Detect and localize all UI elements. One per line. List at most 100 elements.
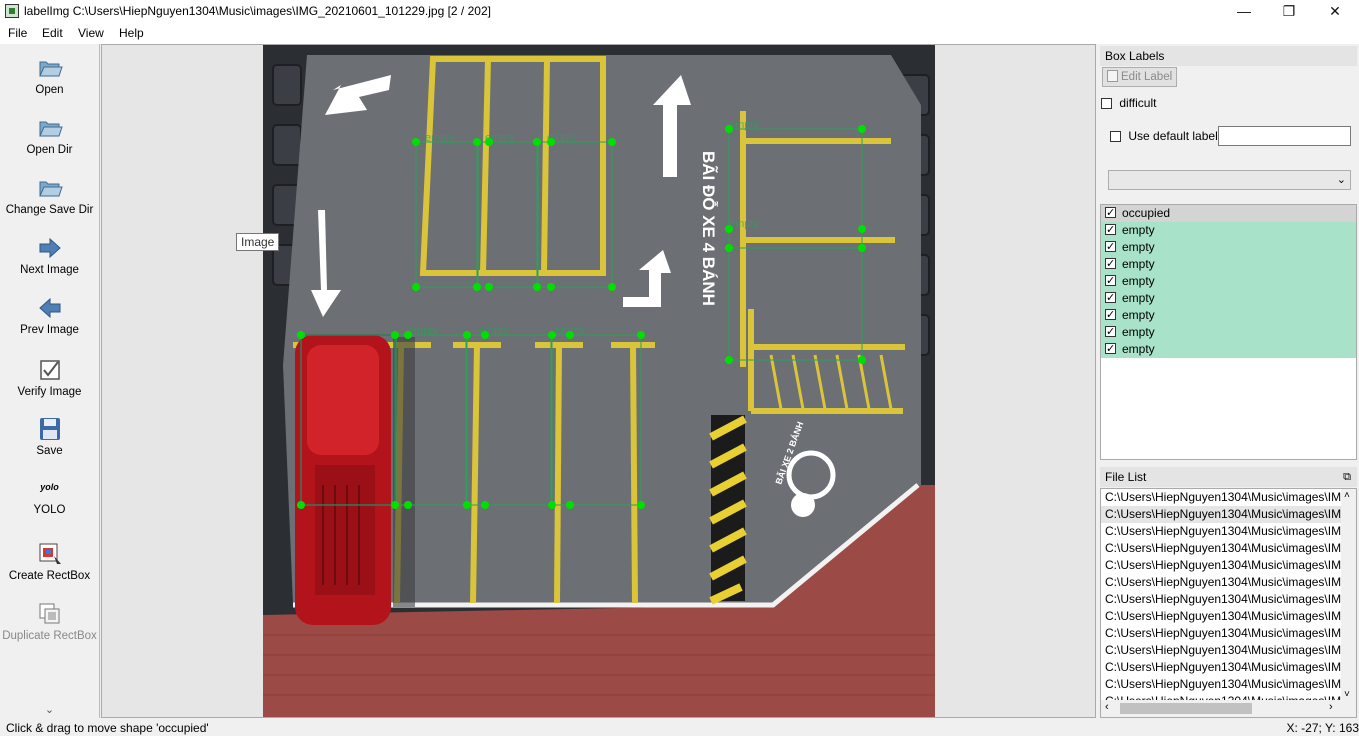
open-folder-icon [38, 61, 63, 77]
edit-icon [1107, 70, 1118, 82]
file-list-title-text: File List [1105, 470, 1147, 484]
label-list-item[interactable]: empty [1101, 290, 1356, 307]
file-list-item[interactable]: C:\Users\HiepNguyen1304\Music\images\IMG… [1101, 608, 1343, 625]
label-visibility-checkbox[interactable] [1105, 222, 1116, 239]
open-dir-label: Open Dir [26, 144, 73, 156]
file-list-item[interactable]: C:\Users\HiepNguyen1304\Music\images\IMG… [1101, 625, 1343, 642]
file-list-item[interactable]: C:\Users\HiepNguyen1304\Music\images\IMG… [1101, 676, 1343, 693]
horizontal-scroll-thumb[interactable] [1120, 703, 1252, 714]
file-list-item[interactable]: C:\Users\HiepNguyen1304\Music\images\IMG… [1101, 574, 1343, 591]
label-visibility-checkbox[interactable] [1105, 205, 1116, 222]
file-list-vertical-scrollbar[interactable]: ˄ ˅ [1341, 489, 1356, 701]
duplicate-rectbox-button[interactable]: Duplicate RectBox [0, 602, 99, 642]
menu-bar: File Edit View Help [0, 23, 1359, 44]
label-list-item[interactable]: occupied [1101, 205, 1356, 222]
label-visibility-checkbox[interactable] [1105, 341, 1116, 358]
save-button[interactable]: Save [0, 417, 99, 457]
label-name: occupied [1122, 206, 1171, 220]
file-list-item[interactable]: C:\Users\HiepNguyen1304\Music\images\IMG… [1101, 489, 1343, 506]
svg-text:empty: empty [729, 119, 759, 131]
status-bar: Click & drag to move shape 'occupied' X:… [0, 718, 1359, 736]
yolo-label: YOLO [33, 504, 66, 516]
file-list-item[interactable]: C:\Users\HiepNguyen1304\Music\images\IMG… [1101, 642, 1343, 659]
label-name: empty [1122, 240, 1155, 254]
image-tooltip: Image [236, 233, 280, 251]
label-list[interactable]: occupied empty empty empty empty empty e… [1100, 204, 1357, 460]
arrow-left-icon [38, 297, 60, 319]
difficult-label: difficult [1119, 96, 1157, 110]
difficult-checkbox-row[interactable]: difficult [1101, 96, 1156, 110]
yolo-button[interactable]: yolo YOLO [0, 480, 99, 516]
status-message: Click & drag to move shape 'occupied' [6, 721, 209, 735]
label-list-item[interactable]: empty [1101, 256, 1356, 273]
svg-text:empty: empty [729, 218, 759, 230]
maximize-button[interactable]: ❐ [1266, 0, 1312, 23]
scroll-down-icon[interactable]: ˅ [1344, 689, 1350, 700]
label-list-item[interactable]: empty [1101, 239, 1356, 256]
yolo-format-icon: yolo [40, 482, 59, 492]
minimize-button[interactable]: — [1221, 0, 1267, 23]
scroll-left-icon[interactable]: ‹ [1105, 701, 1109, 713]
menu-view[interactable]: View [78, 26, 104, 40]
file-list[interactable]: C:\Users\HiepNguyen1304\Music\images\IMG… [1100, 488, 1357, 718]
scroll-up-icon[interactable]: ˄ [1344, 490, 1350, 501]
change-save-dir-button[interactable]: Change Save Dir [0, 176, 99, 216]
label-visibility-checkbox[interactable] [1105, 324, 1116, 341]
file-list-item[interactable]: C:\Users\HiepNguyen1304\Music\images\IMG… [1101, 540, 1343, 557]
svg-text:empty: empty [408, 325, 438, 337]
change-save-dir-label: Change Save Dir [5, 204, 94, 216]
create-rectbox-icon [39, 543, 61, 564]
menu-help[interactable]: Help [119, 26, 144, 40]
file-list-item[interactable]: C:\Users\HiepNguyen1304\Music\images\IMG… [1101, 591, 1343, 608]
float-panel-icon[interactable]: ⧉ [1343, 467, 1351, 487]
red-truck [295, 335, 415, 625]
label-visibility-checkbox[interactable] [1105, 307, 1116, 324]
file-list-horizontal-scrollbar[interactable]: ‹ › [1101, 700, 1356, 717]
verify-image-button[interactable]: Verify Image [0, 358, 99, 398]
label-name: empty [1122, 342, 1155, 356]
edit-label-button[interactable]: Edit Label [1102, 67, 1177, 87]
file-list-item[interactable]: C:\Users\HiepNguyen1304\Music\images\IMG… [1101, 506, 1343, 523]
file-list-item[interactable]: C:\Users\HiepNguyen1304\Music\images\IMG… [1101, 659, 1343, 676]
use-default-label-checkbox[interactable] [1110, 131, 1121, 143]
default-label-input[interactable] [1218, 126, 1351, 146]
label-visibility-checkbox[interactable] [1105, 273, 1116, 290]
label-visibility-checkbox[interactable] [1105, 256, 1116, 273]
duplicate-rectbox-label: Duplicate RectBox [2, 630, 97, 642]
duplicate-rectbox-icon [39, 603, 59, 624]
label-list-item[interactable]: empty [1101, 341, 1356, 358]
label-combobox[interactable]: ⌄ [1108, 170, 1351, 190]
file-list-item[interactable]: C:\Users\HiepNguyen1304\Music\images\IMG… [1101, 557, 1343, 574]
label-name: empty [1122, 325, 1155, 339]
image-canvas[interactable]: BÃI ĐỖ XE 4 BÁNH BÃI XE 2 BÁNH empty emp… [101, 44, 1096, 718]
label-list-item[interactable]: empty [1101, 324, 1356, 341]
use-default-label-row[interactable]: Use default label [1110, 129, 1218, 143]
left-toolbar: Open Open Dir Change Save Dir Next Image… [0, 44, 100, 718]
toolbar-more-indicator[interactable]: ⌄ [0, 703, 99, 716]
label-name: empty [1122, 291, 1155, 305]
parking-sign-text: BÃI ĐỖ XE 4 BÁNH [699, 151, 719, 306]
verify-image-label: Verify Image [17, 386, 82, 398]
open-folder-icon [38, 181, 63, 197]
prev-image-button[interactable]: Prev Image [0, 296, 99, 336]
label-list-item[interactable]: empty [1101, 222, 1356, 239]
next-image-label: Next Image [20, 264, 79, 276]
close-button[interactable]: ✕ [1312, 0, 1358, 23]
scroll-right-icon[interactable]: › [1329, 701, 1333, 713]
file-list-item[interactable]: C:\Users\HiepNguyen1304\Music\images\IMG… [1101, 523, 1343, 540]
open-button[interactable]: Open [0, 56, 99, 96]
next-image-button[interactable]: Next Image [0, 236, 99, 276]
difficult-checkbox[interactable] [1101, 98, 1112, 110]
menu-file[interactable]: File [8, 26, 27, 40]
label-list-item[interactable]: empty [1101, 273, 1356, 290]
parking-lot-image[interactable]: BÃI ĐỖ XE 4 BÁNH BÃI XE 2 BÁNH empty emp… [263, 45, 935, 717]
open-dir-button[interactable]: Open Dir [0, 116, 99, 156]
checkbox-icon [39, 360, 60, 380]
create-rectbox-button[interactable]: Create RectBox [0, 542, 99, 582]
prev-image-label: Prev Image [20, 324, 79, 336]
box-labels-title: Box Labels [1100, 46, 1357, 66]
menu-edit[interactable]: Edit [42, 26, 63, 40]
label-visibility-checkbox[interactable] [1105, 239, 1116, 256]
label-list-item[interactable]: empty [1101, 307, 1356, 324]
label-visibility-checkbox[interactable] [1105, 290, 1116, 307]
